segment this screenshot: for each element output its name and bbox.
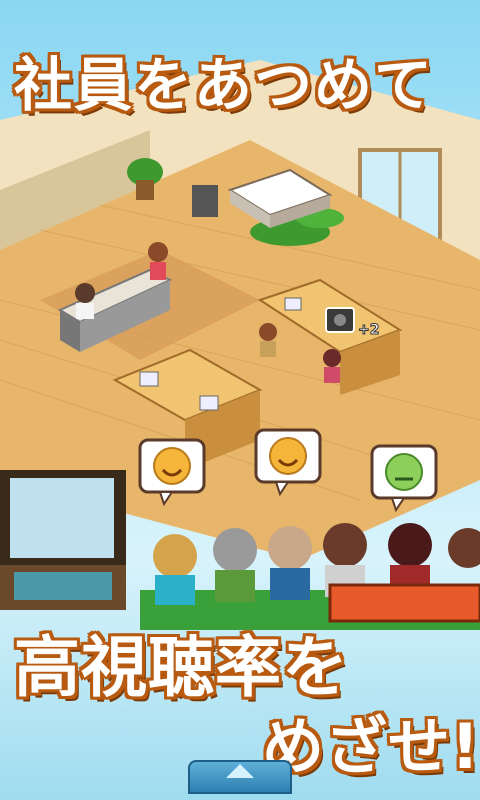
headline-bottom-line2: めざせ!!	[262, 710, 480, 783]
headline-top: 社員をあつめて	[14, 51, 435, 119]
camera-icon	[325, 307, 355, 333]
game-screen: +2 社員をあつめて 高視聴率を めざせ!	[0, 0, 480, 800]
television	[0, 470, 126, 610]
massage-chair	[192, 185, 218, 217]
scroll-up-arrow-icon	[226, 764, 254, 778]
bonus-label: +2	[358, 322, 379, 338]
